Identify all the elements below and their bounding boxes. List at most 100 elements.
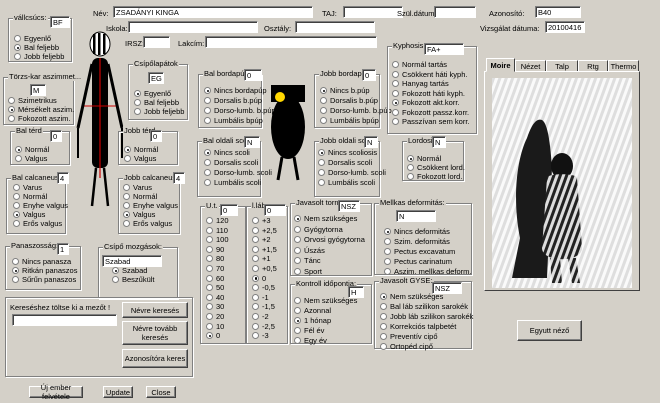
right-calc-option[interactable]: Normál (123, 192, 157, 201)
flat-code-field[interactable]: 1 (57, 243, 69, 255)
lab-code-field[interactable]: 0 (264, 204, 286, 216)
pe-option[interactable]: Úszás (294, 246, 325, 255)
address-field[interactable] (205, 36, 377, 48)
right-scoli-code-field[interactable]: N (364, 136, 378, 148)
lordosis-option[interactable]: Csökkent lord. (407, 163, 465, 172)
control-option[interactable]: Nem szükséges (294, 296, 357, 305)
left-knee-option[interactable]: Normál (15, 145, 49, 154)
left-scoli-option[interactable]: Lumbális scoli (204, 178, 261, 187)
torso-option[interactable]: Szimetrikus (8, 96, 57, 105)
lab-option[interactable]: +0,5 (252, 264, 277, 273)
gyse-option[interactable]: Preventív cipő (380, 332, 438, 341)
chest-option[interactable]: Pectus excavatum (384, 247, 455, 256)
gyse-option[interactable]: Korrekciós talpbetét (380, 322, 456, 331)
left-calc-option[interactable]: Enyhe valgus (13, 201, 68, 210)
kyphosis-option[interactable]: Fokozott akt.korr. (392, 98, 460, 107)
lab-option[interactable]: +1,5 (252, 245, 277, 254)
right-scoli-option[interactable]: Dorso-lumb. scoli (318, 168, 386, 177)
chest-code-field[interactable]: N (396, 210, 436, 222)
right-bord-option[interactable]: Dorso-lumb. b.púp (320, 106, 392, 115)
left-scoli-option[interactable]: Dorsalis scoli (204, 158, 258, 167)
update-button[interactable]: Update (103, 386, 133, 398)
lab-option[interactable]: +3 (252, 216, 271, 225)
ut-option[interactable]: 80 (206, 254, 224, 263)
gyse-option[interactable]: Bal láb szilikon sarokék (380, 302, 468, 311)
ut-option[interactable]: 60 (206, 274, 224, 283)
right-calc-option[interactable]: Enyhe valgus (123, 201, 178, 210)
left-scoli-code-field[interactable]: N (244, 136, 260, 148)
chest-option[interactable]: Nincs deformitás (384, 227, 450, 236)
flat-option[interactable]: Nincs panasza (12, 257, 71, 266)
ut-option[interactable]: 120 (206, 216, 229, 225)
school-field[interactable] (128, 21, 258, 33)
lab-option[interactable]: -2 (252, 312, 269, 321)
ut-option[interactable]: 10 (206, 322, 224, 331)
control-option[interactable]: Azonnal (294, 306, 331, 315)
right-knee-option[interactable]: Normál (124, 145, 158, 154)
ut-option[interactable]: 110 (206, 226, 228, 235)
pe-option[interactable]: Nem szükséges (294, 214, 357, 223)
right-calc-code-field[interactable]: 4 (173, 172, 185, 184)
taj-field[interactable] (343, 6, 403, 18)
lordosis-code-field[interactable]: N (432, 136, 446, 148)
left-scoli-option[interactable]: Dorso-lumb. scoli (204, 168, 272, 177)
chest-option[interactable]: Szim. deformitás (384, 237, 450, 246)
search-input[interactable] (12, 314, 117, 326)
chest-option[interactable]: Aszim. mellkas deform. (384, 267, 472, 276)
hip-option[interactable]: Egyenlő (134, 89, 171, 98)
lab-option[interactable]: -0,5 (252, 283, 275, 292)
shoulder-code-field[interactable]: BF (50, 16, 70, 28)
gyse-option[interactable]: Ortopéd cipő (380, 342, 433, 351)
pe-option[interactable]: Orvosi gyógytorna (294, 235, 365, 244)
new-person-button[interactable]: Új ember felvétele (29, 383, 83, 401)
lordosis-option[interactable]: Fokozott lord. (407, 172, 462, 181)
hip-option[interactable]: Jobb feljebb (134, 107, 184, 116)
kyphosis-option[interactable]: Passzívan sem korr. (392, 117, 470, 126)
tab-moire[interactable]: Moire (486, 58, 515, 72)
shoulder-option[interactable]: Bal feljebb (14, 43, 59, 52)
right-bord-code-field[interactable]: 0 (362, 69, 376, 81)
left-bord-code-field[interactable]: 0 (244, 69, 262, 81)
torso-option[interactable]: Fokozott aszim. (8, 114, 71, 123)
ut-code-field[interactable]: 0 (220, 204, 238, 216)
left-bord-option[interactable]: Nincs bordapúp (204, 86, 267, 95)
search-name-button[interactable]: Névre keresés (122, 302, 188, 318)
kyphosis-option[interactable]: Hanyag tartás (392, 79, 449, 88)
kyphosis-option[interactable]: Normál tartás (392, 60, 447, 69)
lab-option[interactable]: -3 (252, 331, 269, 340)
lordosis-option[interactable]: Normál (407, 154, 441, 163)
kyphosis-option[interactable]: Fokozott passz.korr. (392, 108, 469, 117)
left-calc-option[interactable]: Normál (13, 192, 47, 201)
left-bord-option[interactable]: Lumbális bpúp (204, 116, 263, 125)
left-calc-option[interactable]: Erős valgus (13, 219, 62, 228)
lab-option[interactable]: -2,5 (252, 322, 275, 331)
left-knee-code-field[interactable]: 0 (50, 130, 62, 142)
pe-code-field[interactable]: NSZ (338, 200, 360, 212)
ut-option[interactable]: 70 (206, 264, 224, 273)
right-calc-option[interactable]: Erős valgus (123, 219, 172, 228)
control-option[interactable]: Fél év (294, 326, 324, 335)
kyphosis-option[interactable]: Csökkent háti kyph. (392, 70, 467, 79)
search-id-button[interactable]: Azonosítóra keres (122, 349, 188, 368)
left-knee-option[interactable]: Valgus (15, 154, 47, 163)
flat-option[interactable]: Sűrűn panaszos (12, 275, 76, 284)
left-bord-option[interactable]: Dorso-lumb. b.púp (204, 106, 276, 115)
shoulder-option[interactable]: Egyenlő (14, 34, 51, 43)
class-field[interactable] (295, 21, 375, 33)
close-button[interactable]: Close (146, 386, 176, 398)
ut-option[interactable]: 100 (206, 235, 229, 244)
lab-option[interactable]: +1 (252, 254, 271, 263)
id-field[interactable]: B40 (535, 6, 581, 18)
kyphosis-option[interactable]: Fokozott háti kyph. (392, 89, 465, 98)
left-bord-option[interactable]: Dorsalis b.púp (204, 96, 262, 105)
control-option[interactable]: Egy év (294, 336, 327, 345)
left-calc-code-field[interactable]: 4 (57, 172, 69, 184)
ut-option[interactable]: 90 (206, 245, 224, 254)
gyse-option[interactable]: Jobb láb szilikon sarokék (380, 312, 473, 321)
search-name-next-button[interactable]: Névre tovább keresés (122, 321, 188, 345)
hip-move-option[interactable]: Szabad (112, 266, 147, 275)
lab-option[interactable]: +2,5 (252, 226, 277, 235)
left-calc-option[interactable]: Varus (13, 183, 42, 192)
single-view-button[interactable]: Egyutt néző (517, 320, 582, 341)
chest-option[interactable]: Pectus carinatum (384, 257, 452, 266)
